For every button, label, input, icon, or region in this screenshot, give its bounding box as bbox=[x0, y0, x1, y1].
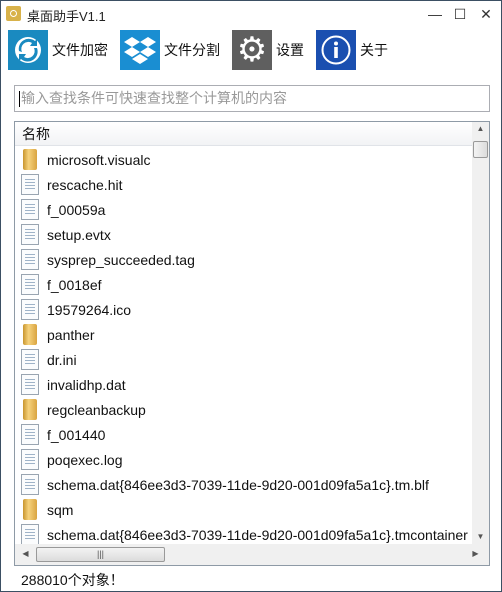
folder-icon bbox=[23, 399, 37, 420]
encrypt-sync-icon bbox=[8, 30, 48, 70]
list-item[interactable]: sqm bbox=[15, 497, 472, 522]
item-name: schema.dat{846ee3d3-7039-11de-9d20-001d0… bbox=[47, 526, 468, 543]
file-icon bbox=[21, 374, 39, 395]
folder-icon bbox=[23, 149, 37, 170]
list-item[interactable]: sysprep_succeeded.tag bbox=[15, 247, 472, 272]
item-name: f_00059a bbox=[47, 201, 106, 218]
settings-label: 设置 bbox=[276, 42, 304, 58]
list-item[interactable]: microsoft.visualc bbox=[15, 147, 472, 172]
search-input[interactable]: 输入查找条件可快速查找整个计算机的内容 bbox=[14, 85, 490, 112]
list-item[interactable]: schema.dat{846ee3d3-7039-11de-9d20-001d0… bbox=[15, 472, 472, 497]
maximize-button[interactable]: ☐ bbox=[449, 5, 471, 23]
item-name: microsoft.visualc bbox=[47, 151, 151, 168]
scroll-up-arrow-icon[interactable]: ▲ bbox=[472, 124, 489, 133]
close-button[interactable]: ✕ bbox=[475, 5, 497, 23]
settings-button[interactable]: ⚙ 设置 bbox=[232, 30, 304, 70]
app-window: 桌面助手V1.1 — ☐ ✕ 文件加密 文件分割 ⚙ 设置 关于 输入查找条件可… bbox=[0, 0, 502, 592]
list-item[interactable]: rescache.hit bbox=[15, 172, 472, 197]
item-name: dr.ini bbox=[47, 351, 77, 368]
list-item[interactable]: f_0018ef bbox=[15, 272, 472, 297]
encrypt-button[interactable]: 文件加密 bbox=[8, 30, 108, 70]
about-label: 关于 bbox=[360, 42, 388, 58]
list-item[interactable]: f_001440 bbox=[15, 422, 472, 447]
list-item[interactable]: dr.ini bbox=[15, 347, 472, 372]
window-title: 桌面助手V1.1 bbox=[27, 9, 106, 24]
search-placeholder: 输入查找条件可快速查找整个计算机的内容 bbox=[21, 90, 287, 106]
column-header-name[interactable]: 名称 bbox=[15, 122, 472, 146]
item-name: schema.dat{846ee3d3-7039-11de-9d20-001d0… bbox=[47, 476, 429, 493]
file-icon bbox=[21, 474, 39, 495]
file-icon bbox=[21, 224, 39, 245]
item-name: regcleanbackup bbox=[47, 401, 146, 418]
item-name: setup.evtx bbox=[47, 226, 111, 243]
item-name: rescache.hit bbox=[47, 176, 123, 193]
split-button[interactable]: 文件分割 bbox=[120, 30, 220, 70]
file-icon bbox=[21, 424, 39, 445]
text-caret bbox=[19, 91, 20, 108]
item-name: f_0018ef bbox=[47, 276, 102, 293]
list-item[interactable]: regcleanbackup bbox=[15, 397, 472, 422]
minimize-button[interactable]: — bbox=[424, 5, 446, 23]
list-item[interactable]: panther bbox=[15, 322, 472, 347]
list-item[interactable]: setup.evtx bbox=[15, 222, 472, 247]
file-icon bbox=[21, 449, 39, 470]
info-icon bbox=[316, 30, 356, 70]
list-item[interactable]: 19579264.ico bbox=[15, 297, 472, 322]
horizontal-scroll-thumb[interactable]: ||| bbox=[36, 547, 165, 562]
title-bar[interactable]: 桌面助手V1.1 — ☐ ✕ bbox=[1, 1, 501, 27]
folder-icon bbox=[23, 499, 37, 520]
file-icon bbox=[21, 299, 39, 320]
file-icon bbox=[21, 349, 39, 370]
encrypt-label: 文件加密 bbox=[52, 42, 108, 58]
item-name: panther bbox=[47, 326, 95, 343]
gear-icon: ⚙ bbox=[232, 30, 272, 70]
item-name: sqm bbox=[47, 501, 74, 518]
about-button[interactable]: 关于 bbox=[316, 30, 388, 70]
split-label: 文件分割 bbox=[164, 42, 220, 58]
folder-icon bbox=[23, 324, 37, 345]
item-name: f_001440 bbox=[47, 426, 106, 443]
item-name: invalidhp.dat bbox=[47, 376, 126, 393]
file-icon bbox=[21, 249, 39, 270]
dropbox-box-icon bbox=[120, 30, 160, 70]
item-name: 19579264.ico bbox=[47, 301, 132, 318]
file-icon bbox=[21, 174, 39, 195]
file-icon bbox=[21, 524, 39, 545]
file-list[interactable]: 名称 microsoft.visualc rescache.hit f_00059a… bbox=[14, 121, 490, 566]
file-icon bbox=[21, 199, 39, 220]
scroll-down-arrow-icon[interactable]: ▼ bbox=[472, 532, 489, 541]
item-name: sysprep_succeeded.tag bbox=[47, 251, 195, 268]
scroll-left-arrow-icon[interactable]: ◀ bbox=[17, 549, 34, 558]
vertical-scroll-thumb[interactable] bbox=[473, 141, 488, 158]
list-item[interactable]: poqexec.log bbox=[15, 447, 472, 472]
file-icon bbox=[21, 274, 39, 295]
vertical-scrollbar[interactable]: ▲ ▼ bbox=[472, 122, 489, 544]
app-icon bbox=[6, 6, 21, 21]
item-name: poqexec.log bbox=[47, 451, 123, 468]
list-item[interactable]: f_00059a bbox=[15, 197, 472, 222]
status-text: 288010个对象！ bbox=[21, 572, 124, 588]
list-item[interactable]: invalidhp.dat bbox=[15, 372, 472, 397]
scroll-right-arrow-icon[interactable]: ▶ bbox=[467, 549, 484, 558]
horizontal-scrollbar[interactable]: ◀ ||| ▶ bbox=[15, 544, 489, 565]
file-rows: microsoft.visualc rescache.hit f_00059aset… bbox=[15, 147, 472, 547]
